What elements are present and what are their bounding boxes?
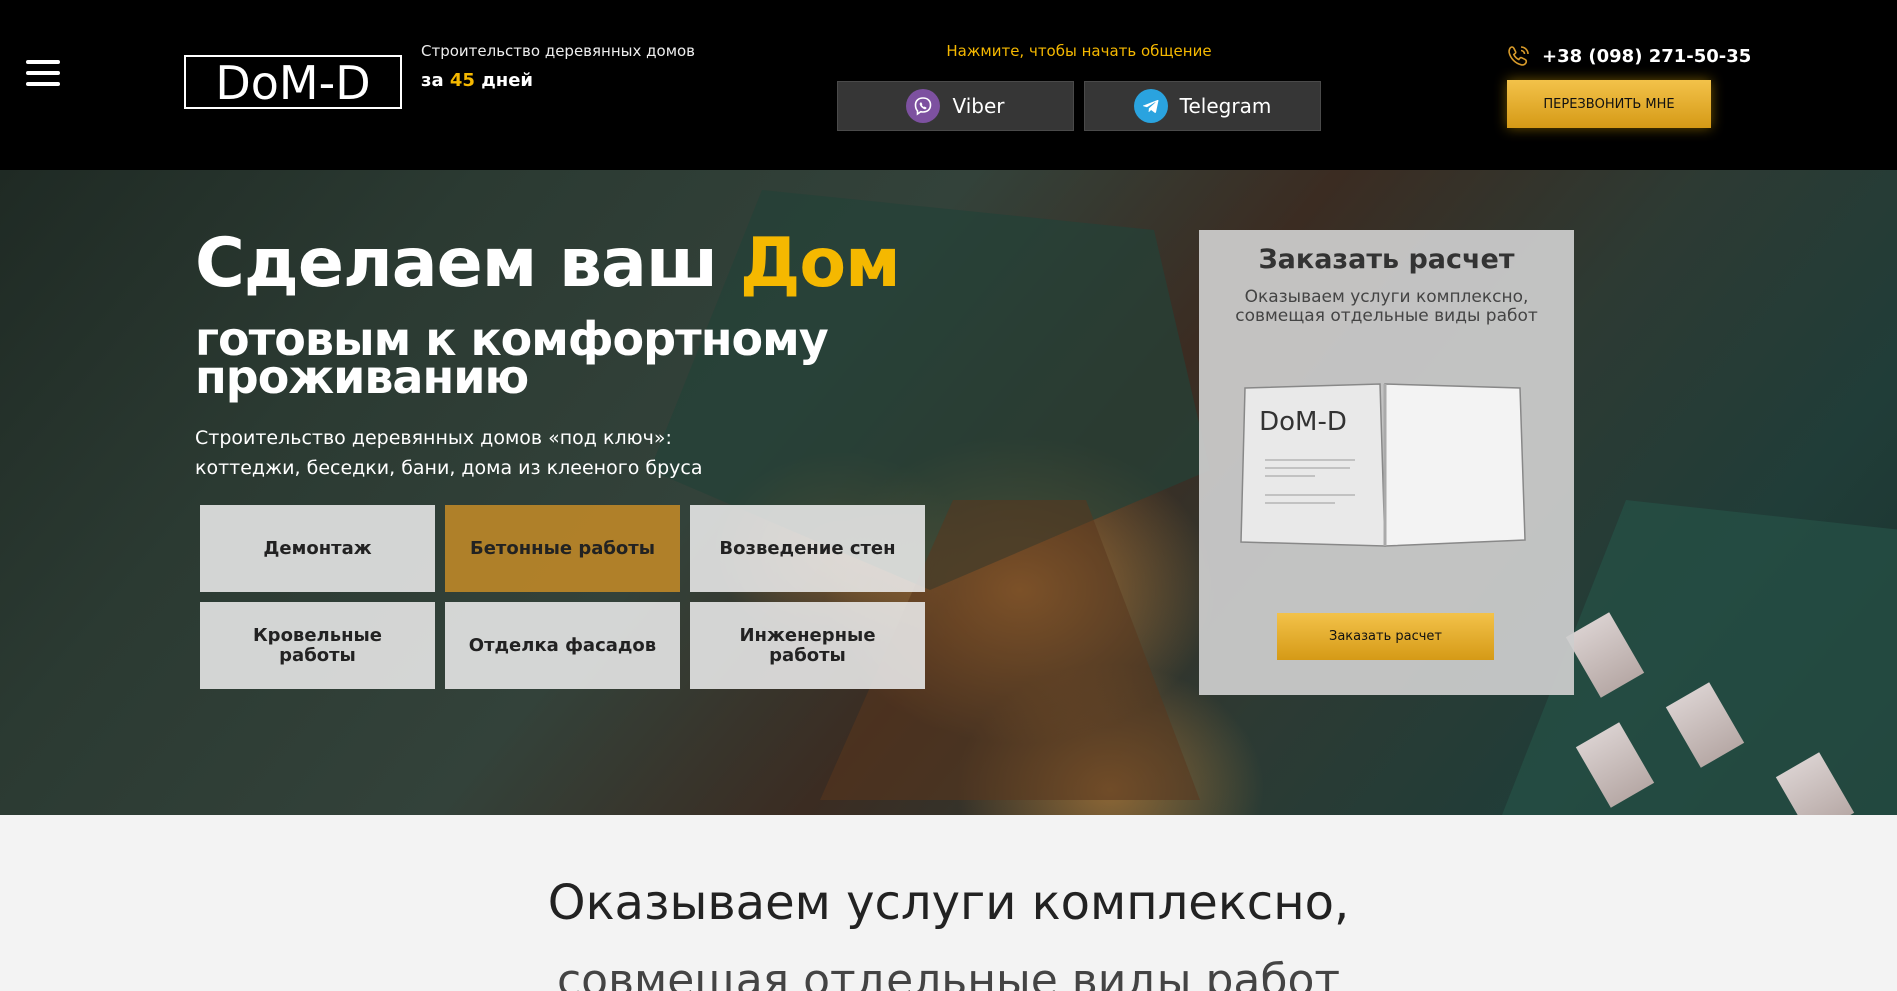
telegram-label: Telegram (1179, 94, 1272, 118)
phone-icon (1508, 46, 1529, 66)
phone-link[interactable]: +38 (098) 271-50-35 (1506, 44, 1751, 68)
service-tile-walls[interactable]: Возведение стен (690, 505, 925, 592)
book-illustration: DoM-D (1240, 383, 1526, 547)
service-tile-facade[interactable]: Отделка фасадов (445, 602, 680, 689)
service-tile-concrete[interactable]: Бетонные работы (445, 505, 680, 592)
order-card-subtitle: Оказываем услуги комплексно, совмещая от… (1235, 287, 1538, 326)
hero-subtitle: готовым к комфортному проживанию (195, 312, 829, 404)
section-subheading: совмещая отдельные виды работ (556, 955, 1341, 991)
tagline-line1: Строительство деревянных домов (421, 42, 696, 60)
hero-description: Строительство деревянных домов «под ключ… (195, 427, 703, 479)
telegram-icon (1133, 89, 1168, 123)
logo[interactable]: DoM-D (184, 50, 402, 114)
callback-button[interactable]: ПЕРЕЗВОНИТЬ МНЕ (1507, 80, 1711, 128)
hero-title-main: Сделаем ваш (195, 224, 718, 303)
tagline-line2: за 45 дней (421, 70, 695, 91)
services-intro-section: Оказываем услуги комплексно, совмещая от… (0, 815, 1897, 991)
tagline-days: 45 (449, 70, 475, 91)
section-heading: Оказываем услуги комплексно, (547, 875, 1350, 931)
viber-button[interactable]: Viber (837, 81, 1074, 131)
phone-number: +38 (098) 271-50-35 (1542, 45, 1752, 67)
tagline-prefix: за (421, 70, 444, 91)
viber-icon (906, 89, 941, 123)
site-header: DoM-D Строительство деревянных домов за … (0, 0, 1897, 170)
order-calculation-button[interactable]: Заказать расчет (1277, 613, 1494, 660)
chat-hint: Нажмите, чтобы начать общение (946, 42, 1212, 60)
service-tile-engineering[interactable]: Инженерные работы (690, 602, 925, 689)
hamburger-menu-icon[interactable] (26, 60, 60, 86)
viber-label: Viber (952, 94, 1005, 118)
telegram-button[interactable]: Telegram (1084, 81, 1321, 131)
order-card-title: Заказать расчет (1258, 244, 1515, 275)
service-tile-demolition[interactable]: Демонтаж (200, 505, 435, 592)
hero-section: Сделаем ваш Дом готовым к комфортному пр… (0, 170, 1897, 815)
hero-title-accent: Дом (739, 224, 901, 303)
svg-text:DoM-D: DoM-D (215, 56, 370, 110)
order-calculation-card: Заказать расчет Оказываем услуги комплек… (1199, 230, 1574, 695)
hero-title: Сделаем ваш Дом (195, 224, 901, 303)
svg-text:DoM-D: DoM-D (1259, 407, 1347, 437)
service-tile-roofing[interactable]: Кровельные работы (200, 602, 435, 689)
tagline: Строительство деревянных домов за 45 дне… (421, 42, 695, 91)
tagline-suffix: дней (481, 70, 534, 91)
